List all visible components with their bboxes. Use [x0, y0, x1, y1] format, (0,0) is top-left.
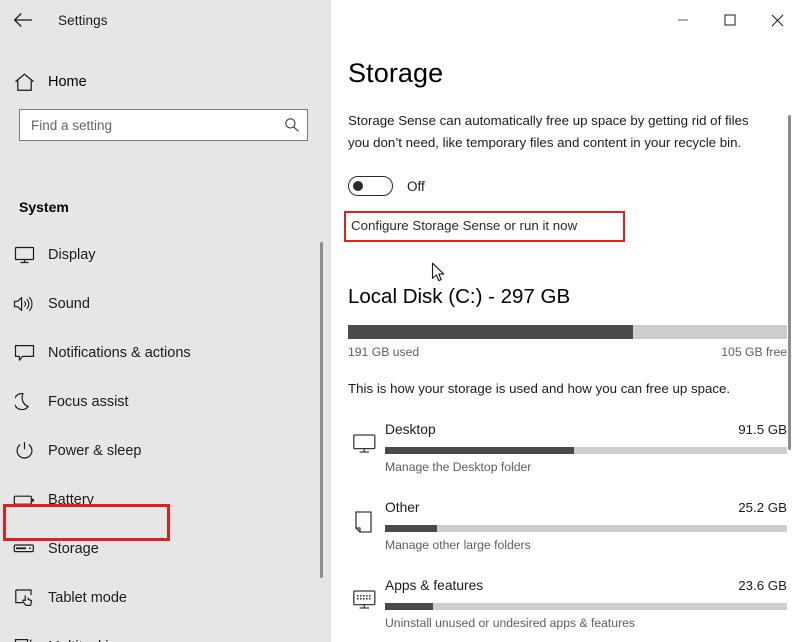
category-usage-bar — [385, 603, 787, 610]
monitor-icon — [0, 246, 48, 264]
sidebar-item-multitasking[interactable]: Multitasking — [0, 622, 331, 642]
multitasking-icon — [0, 637, 48, 642]
main-scrollbar[interactable] — [788, 115, 791, 450]
sidebar-item-focus-assist-label: Focus assist — [48, 394, 129, 410]
configure-storage-sense-link[interactable]: Configure Storage Sense or run it now — [351, 218, 577, 233]
power-icon — [0, 441, 48, 460]
sidebar-item-battery[interactable]: Battery — [0, 475, 331, 524]
sidebar-item-notifications-label: Notifications & actions — [48, 345, 191, 361]
category-usage-fill — [385, 603, 433, 610]
category-usage-bar — [385, 447, 787, 454]
disk-free-label: 105 GB free — [348, 345, 787, 359]
folded-page-icon — [348, 508, 380, 536]
disk-usage-bar — [348, 325, 787, 339]
sidebar-item-display-label: Display — [48, 247, 96, 263]
back-arrow-icon — [13, 12, 33, 28]
sidebar-item-power-sleep-label: Power & sleep — [48, 443, 142, 459]
title-bar-left: Settings — [0, 0, 331, 40]
sidebar-item-storage-label: Storage — [48, 541, 99, 557]
storage-sense-description: Storage Sense can automatically free up … — [348, 110, 751, 153]
back-button[interactable] — [0, 0, 46, 40]
sidebar-item-focus-assist[interactable]: Focus assist — [0, 377, 331, 426]
sidebar-item-tablet-mode[interactable]: Tablet mode — [0, 573, 331, 622]
monitor-icon — [348, 430, 380, 458]
category-usage-bar — [385, 525, 787, 532]
category-usage-fill — [385, 447, 574, 454]
storage-category-desktop[interactable]: Desktop 91.5 GB Manage the Desktop folde… — [331, 412, 800, 490]
maximize-icon — [724, 14, 736, 26]
speaker-icon — [0, 295, 48, 313]
minimize-button[interactable] — [660, 0, 706, 40]
sidebar-item-home[interactable]: Home — [0, 62, 331, 102]
storage-category-apps-features[interactable]: Apps & features 23.6 GB Uninstall unused… — [331, 568, 800, 642]
title-bar: Settings — [0, 0, 800, 40]
category-size: 25.2 GB — [385, 500, 787, 515]
sidebar-item-multitasking-label: Multitasking — [48, 639, 125, 642]
category-subtext: Uninstall unused or undesired apps & fea… — [385, 616, 635, 630]
category-subtext: Manage the Desktop folder — [385, 460, 531, 474]
sidebar-item-battery-label: Battery — [48, 492, 94, 508]
page-title: Storage — [348, 58, 443, 89]
sidebar-item-sound-label: Sound — [48, 296, 90, 312]
drive-icon — [0, 542, 48, 555]
sidebar-item-sound[interactable]: Sound — [0, 279, 331, 328]
moon-icon — [0, 392, 48, 411]
battery-icon — [0, 493, 48, 507]
minimize-icon — [677, 14, 689, 26]
storage-category-other[interactable]: Other 25.2 GB Manage other large folders — [331, 490, 800, 568]
local-disk-title: Local Disk (C:) - 297 GB — [348, 285, 570, 309]
settings-window: Settings Home — [0, 0, 800, 642]
sidebar-section-title: System — [19, 199, 69, 215]
sidebar-nav-list: Display Sound — [0, 230, 331, 642]
maximize-button[interactable] — [707, 0, 753, 40]
search-icon — [277, 117, 307, 133]
sidebar-item-home-label: Home — [48, 74, 87, 90]
main-content: Storage Storage Sense can automatically … — [331, 40, 800, 642]
sidebar-item-power-sleep[interactable]: Power & sleep — [0, 426, 331, 475]
category-usage-fill — [385, 525, 437, 532]
apps-monitor-icon — [348, 586, 380, 614]
home-icon — [0, 73, 48, 92]
storage-sense-toggle[interactable] — [348, 176, 393, 196]
window-title: Settings — [58, 13, 108, 28]
sidebar: Home System Display — [0, 40, 331, 642]
disk-usage-fill — [348, 325, 633, 339]
toggle-knob — [353, 181, 363, 191]
sidebar-item-tablet-mode-label: Tablet mode — [48, 590, 127, 606]
sidebar-scrollbar[interactable] — [320, 242, 323, 578]
category-size: 23.6 GB — [385, 578, 787, 593]
search-box[interactable] — [19, 109, 308, 141]
category-subtext: Manage other large folders — [385, 538, 531, 552]
category-size: 91.5 GB — [385, 422, 787, 437]
storage-sense-toggle-row: Off — [348, 176, 425, 196]
sidebar-item-storage[interactable]: Storage — [0, 524, 331, 573]
close-icon — [771, 14, 784, 27]
storage-category-list: Desktop 91.5 GB Manage the Desktop folde… — [331, 412, 800, 642]
sidebar-item-notifications[interactable]: Notifications & actions — [0, 328, 331, 377]
storage-sense-toggle-state: Off — [407, 179, 425, 194]
speech-bubble-icon — [0, 344, 48, 362]
tablet-hand-icon — [0, 588, 48, 607]
search-input[interactable] — [20, 110, 277, 140]
sidebar-item-display[interactable]: Display — [0, 230, 331, 279]
storage-usage-hint: This is how your storage is used and how… — [348, 381, 730, 396]
close-button[interactable] — [754, 0, 800, 40]
